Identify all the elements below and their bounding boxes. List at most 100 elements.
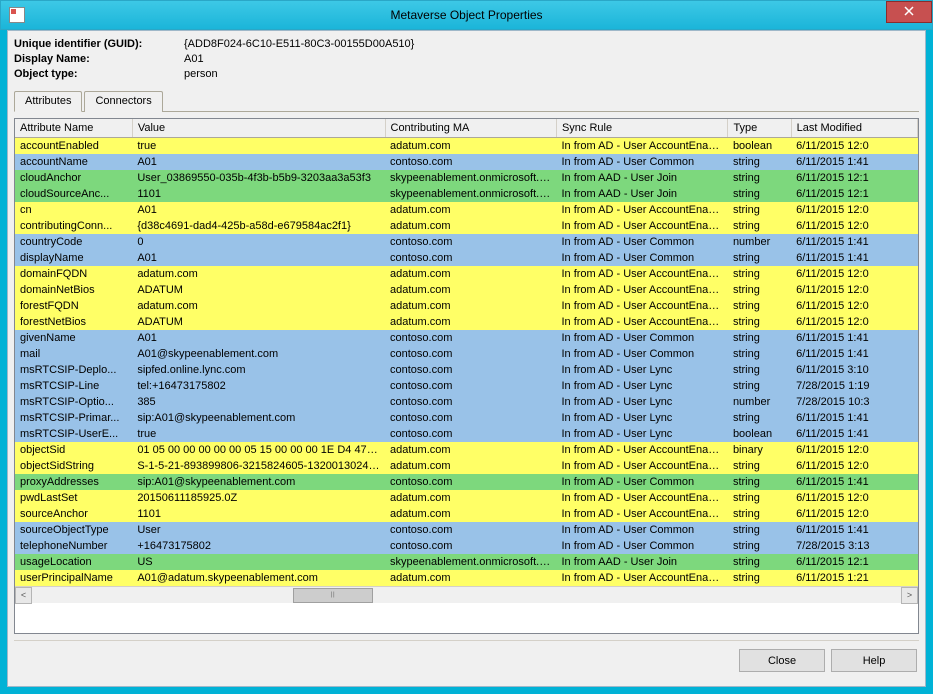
table-row[interactable]: proxyAddressessip:A01@skypeenablement.co… bbox=[15, 474, 918, 490]
cell-rule: In from AAD - User Join bbox=[556, 554, 727, 570]
table-row[interactable]: givenNameA01contoso.comIn from AD - User… bbox=[15, 330, 918, 346]
table-row[interactable]: forestNetBiosADATUMadatum.comIn from AD … bbox=[15, 314, 918, 330]
table-row[interactable]: domainFQDNadatum.comadatum.comIn from AD… bbox=[15, 266, 918, 282]
cell-ma: adatum.com bbox=[385, 218, 556, 234]
cell-mod: 6/11/2015 1:41 bbox=[791, 250, 917, 266]
window-close-button[interactable] bbox=[886, 1, 932, 23]
table-row[interactable]: countryCode0contoso.comIn from AD - User… bbox=[15, 234, 918, 250]
table-row[interactable]: mailA01@skypeenablement.comcontoso.comIn… bbox=[15, 346, 918, 362]
cell-value: adatum.com bbox=[132, 298, 385, 314]
table-row[interactable]: domainNetBiosADATUMadatum.comIn from AD … bbox=[15, 282, 918, 298]
cell-rule: In from AD - User AccountEnabled bbox=[556, 138, 727, 155]
col-value[interactable]: Value bbox=[132, 119, 385, 138]
cell-type: string bbox=[728, 458, 791, 474]
cell-rule: In from AD - User Common bbox=[556, 522, 727, 538]
table-row[interactable]: forestFQDNadatum.comadatum.comIn from AD… bbox=[15, 298, 918, 314]
table-row[interactable]: sourceAnchor1101adatum.comIn from AD - U… bbox=[15, 506, 918, 522]
cell-ma: adatum.com bbox=[385, 458, 556, 474]
table-row[interactable]: objectSidStringS-1-5-21-893899806-321582… bbox=[15, 458, 918, 474]
table-row[interactable]: objectSid01 05 00 00 00 00 00 05 15 00 0… bbox=[15, 442, 918, 458]
cell-attr: cloudAnchor bbox=[15, 170, 132, 186]
col-ma[interactable]: Contributing MA bbox=[385, 119, 556, 138]
tab-connectors[interactable]: Connectors bbox=[84, 91, 162, 112]
tab-attributes[interactable]: Attributes bbox=[14, 91, 82, 112]
cell-value: US bbox=[132, 554, 385, 570]
table-row[interactable]: pwdLastSet20150611185925.0Zadatum.comIn … bbox=[15, 490, 918, 506]
col-type[interactable]: Type bbox=[728, 119, 791, 138]
scroll-thumb[interactable]: II bbox=[293, 588, 373, 603]
cell-value: A01@adatum.skypeenablement.com bbox=[132, 570, 385, 586]
cell-value: 1101 bbox=[132, 186, 385, 202]
cell-value: true bbox=[132, 138, 385, 155]
cell-mod: 6/11/2015 12:0 bbox=[791, 458, 917, 474]
table-row[interactable]: accountEnabledtrueadatum.comIn from AD -… bbox=[15, 138, 918, 155]
cell-mod: 6/11/2015 12:0 bbox=[791, 314, 917, 330]
cell-mod: 6/11/2015 12:0 bbox=[791, 138, 917, 155]
object-meta: Unique identifier (GUID): {ADD8F024-6C10… bbox=[14, 37, 919, 86]
button-label: Close bbox=[768, 655, 796, 667]
cell-value: 0 bbox=[132, 234, 385, 250]
cell-rule: In from AD - User Common bbox=[556, 330, 727, 346]
attributes-table: Attribute Name Value Contributing MA Syn… bbox=[15, 119, 918, 586]
horizontal-scrollbar[interactable]: < II > bbox=[15, 586, 918, 603]
table-row[interactable]: accountNameA01contoso.comIn from AD - Us… bbox=[15, 154, 918, 170]
table-row[interactable]: userPrincipalNameA01@adatum.skypeenablem… bbox=[15, 570, 918, 586]
cell-rule: In from AD - User Common bbox=[556, 346, 727, 362]
cell-ma: contoso.com bbox=[385, 250, 556, 266]
cell-value: true bbox=[132, 426, 385, 442]
titlebar[interactable]: Metaverse Object Properties bbox=[0, 0, 933, 30]
scroll-track[interactable]: II bbox=[32, 587, 901, 604]
table-row[interactable]: msRTCSIP-UserE...truecontoso.comIn from … bbox=[15, 426, 918, 442]
cell-type: string bbox=[728, 282, 791, 298]
table-row[interactable]: msRTCSIP-Linetel:+16473175802contoso.com… bbox=[15, 378, 918, 394]
cell-attr: mail bbox=[15, 346, 132, 362]
col-attr[interactable]: Attribute Name bbox=[15, 119, 132, 138]
cell-attr: msRTCSIP-Primar... bbox=[15, 410, 132, 426]
scroll-right-button[interactable]: > bbox=[901, 587, 918, 604]
cell-mod: 6/11/2015 12:1 bbox=[791, 186, 917, 202]
guid-value: {ADD8F024-6C10-E511-80C3-00155D00A510} bbox=[184, 37, 414, 52]
cell-type: string bbox=[728, 298, 791, 314]
table-row[interactable]: contributingConn...{d38c4691-dad4-425b-a… bbox=[15, 218, 918, 234]
table-row[interactable]: msRTCSIP-Primar...sip:A01@skypeenablemen… bbox=[15, 410, 918, 426]
guid-label: Unique identifier (GUID): bbox=[14, 37, 184, 52]
scroll-left-button[interactable]: < bbox=[15, 587, 32, 604]
cell-value: User_03869550-035b-4f3b-b5b9-3203aa3a53f… bbox=[132, 170, 385, 186]
cell-value: sipfed.online.lync.com bbox=[132, 362, 385, 378]
close-button[interactable]: Close bbox=[739, 649, 825, 672]
cell-type: string bbox=[728, 218, 791, 234]
cell-type: string bbox=[728, 314, 791, 330]
attributes-grid: Attribute Name Value Contributing MA Syn… bbox=[14, 118, 919, 634]
table-row[interactable]: cnA01adatum.comIn from AD - User Account… bbox=[15, 202, 918, 218]
cell-mod: 6/11/2015 1:41 bbox=[791, 474, 917, 490]
col-mod[interactable]: Last Modified bbox=[791, 119, 917, 138]
cell-rule: In from AD - User AccountEnabled bbox=[556, 314, 727, 330]
table-row[interactable]: msRTCSIP-Optio...385contoso.comIn from A… bbox=[15, 394, 918, 410]
cell-rule: In from AD - User AccountEnabled bbox=[556, 506, 727, 522]
table-row[interactable]: cloudAnchorUser_03869550-035b-4f3b-b5b9-… bbox=[15, 170, 918, 186]
tab-label: Connectors bbox=[95, 95, 151, 107]
cell-rule: In from AD - User Common bbox=[556, 154, 727, 170]
table-row[interactable]: usageLocationUSskypeenablement.onmicroso… bbox=[15, 554, 918, 570]
table-row[interactable]: cloudSourceAnc...1101skypeenablement.onm… bbox=[15, 186, 918, 202]
table-row[interactable]: displayNameA01contoso.comIn from AD - Us… bbox=[15, 250, 918, 266]
cell-type: string bbox=[728, 378, 791, 394]
help-button[interactable]: Help bbox=[831, 649, 917, 672]
cell-type: string bbox=[728, 250, 791, 266]
col-rule[interactable]: Sync Rule bbox=[556, 119, 727, 138]
cell-type: string bbox=[728, 490, 791, 506]
object-type-value: person bbox=[184, 67, 218, 82]
cell-mod: 6/11/2015 1:41 bbox=[791, 330, 917, 346]
table-row[interactable]: telephoneNumber+16473175802contoso.comIn… bbox=[15, 538, 918, 554]
cell-attr: domainNetBios bbox=[15, 282, 132, 298]
cell-type: string bbox=[728, 202, 791, 218]
cell-type: string bbox=[728, 330, 791, 346]
cell-rule: In from AD - User AccountEnabled bbox=[556, 218, 727, 234]
cell-mod: 6/11/2015 12:0 bbox=[791, 506, 917, 522]
table-row[interactable]: sourceObjectTypeUsercontoso.comIn from A… bbox=[15, 522, 918, 538]
cell-attr: sourceAnchor bbox=[15, 506, 132, 522]
table-row[interactable]: msRTCSIP-Deplo...sipfed.online.lync.comc… bbox=[15, 362, 918, 378]
cell-type: string bbox=[728, 346, 791, 362]
cell-attr: cloudSourceAnc... bbox=[15, 186, 132, 202]
cell-value: A01 bbox=[132, 154, 385, 170]
